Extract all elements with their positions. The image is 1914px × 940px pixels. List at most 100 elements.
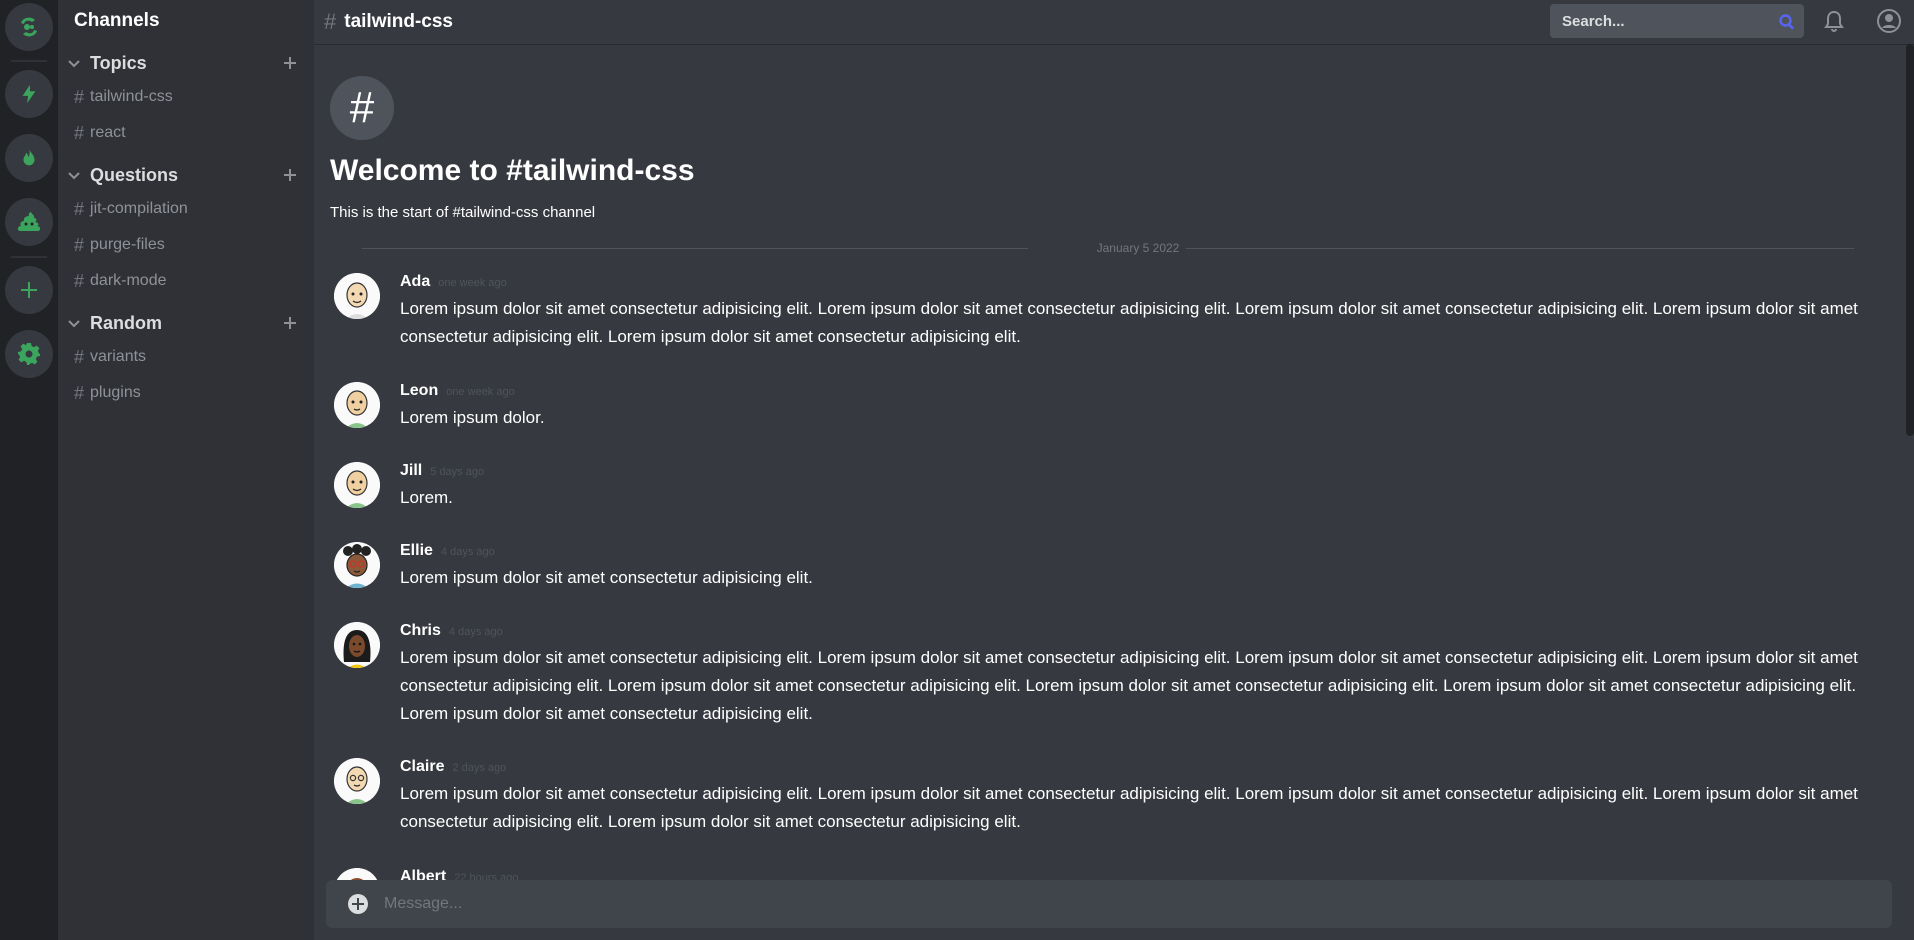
- channel-label: react: [90, 124, 126, 141]
- avatar-image: [334, 622, 380, 668]
- channel-label: purge-files: [90, 236, 165, 253]
- message-author[interactable]: Ada: [400, 273, 430, 291]
- add-server-button[interactable]: [5, 266, 53, 314]
- search-input[interactable]: [1560, 11, 1764, 31]
- category-label: Topics: [90, 52, 147, 73]
- home-logo-button[interactable]: [5, 3, 53, 51]
- channel-variants[interactable]: # variants: [74, 343, 294, 371]
- date-divider-line: [1186, 248, 1854, 249]
- avatar[interactable]: [334, 462, 380, 508]
- channel-tailwind-css[interactable]: # tailwind-css: [74, 83, 294, 111]
- hash-icon: #: [74, 346, 85, 367]
- bolt-icon: [22, 84, 36, 104]
- search-box[interactable]: [1550, 4, 1804, 38]
- category-label: Questions: [90, 164, 179, 185]
- channel-jit-compilation[interactable]: # jit-compilation: [74, 195, 294, 223]
- avatar[interactable]: [334, 622, 380, 668]
- add-channel-icon[interactable]: [282, 55, 298, 71]
- message-author[interactable]: Jill: [400, 462, 422, 480]
- message-text: Lorem ipsum dolor sit amet consectetur a…: [400, 568, 813, 587]
- fire-button[interactable]: [5, 134, 53, 182]
- message-timestamp: one week ago: [446, 386, 515, 398]
- message-author[interactable]: Claire: [400, 758, 444, 776]
- message-text: Lorem ipsum dolor sit amet consectetur a…: [400, 648, 1858, 723]
- chevron-down-icon: [68, 60, 80, 68]
- poop-icon: [17, 212, 41, 231]
- avatar-image: [334, 462, 380, 508]
- welcome-title: Welcome to #tailwind-css: [330, 154, 695, 187]
- hash-icon: #: [74, 122, 85, 143]
- avatar[interactable]: [334, 758, 380, 804]
- message-author[interactable]: Albert: [400, 868, 446, 880]
- rail-divider: [11, 256, 47, 258]
- hash-icon: #: [324, 9, 337, 34]
- message-timestamp: 4 days ago: [440, 546, 495, 558]
- add-channel-icon[interactable]: [282, 167, 298, 183]
- message-author[interactable]: Leon: [400, 382, 438, 400]
- add-attachment-icon[interactable]: [346, 892, 370, 916]
- logo-icon: [21, 17, 37, 37]
- hash-icon: #: [74, 198, 85, 219]
- message-text: Lorem.: [400, 488, 453, 507]
- welcome-subtitle: This is the start of #tailwind-css chann…: [330, 204, 596, 221]
- chevron-down-icon: [68, 320, 80, 328]
- category-topics[interactable]: Topics: [62, 51, 302, 75]
- category-label: Random: [90, 312, 162, 333]
- channel-label: plugins: [90, 384, 141, 401]
- bell-icon[interactable]: [1822, 9, 1846, 33]
- rail-divider: [11, 60, 47, 62]
- search-icon[interactable]: [1778, 13, 1796, 31]
- avatar[interactable]: [334, 273, 380, 319]
- message-text: Lorem ipsum dolor sit amet consectetur a…: [400, 299, 1858, 346]
- avatar-image: [334, 382, 380, 428]
- message-text: Lorem ipsum dolor.: [400, 408, 545, 427]
- hash-icon: #: [74, 270, 85, 291]
- message-composer: [326, 880, 1892, 928]
- channel-sidebar: Channels Topics # tailwind-css # react Q…: [58, 0, 314, 940]
- message-timestamp: 4 days ago: [448, 626, 503, 638]
- channel-label: tailwind-css: [90, 88, 173, 105]
- gear-icon: [18, 343, 40, 365]
- message-text: Lorem ipsum dolor sit amet consectetur a…: [400, 784, 1858, 831]
- channel-title: tailwind-css: [344, 11, 453, 32]
- avatar-image: [334, 273, 380, 319]
- avatar[interactable]: [334, 868, 380, 880]
- avatar[interactable]: [334, 382, 380, 428]
- server-rail: [0, 0, 58, 940]
- message-author[interactable]: Chris: [400, 622, 441, 640]
- hash-icon: #: [74, 86, 85, 107]
- channel-plugins[interactable]: # plugins: [74, 379, 294, 407]
- channel-dark-mode[interactable]: # dark-mode: [74, 267, 294, 295]
- channel-purge-files[interactable]: # purge-files: [74, 231, 294, 259]
- channel-header: # tailwind-css: [314, 0, 1914, 44]
- message-timestamp: one week ago: [438, 277, 507, 289]
- message-input[interactable]: [382, 894, 1836, 914]
- fire-icon: [23, 148, 35, 166]
- message-scrollbar[interactable]: [1906, 44, 1914, 436]
- channel-badge-hash: #: [330, 76, 394, 140]
- add-channel-icon[interactable]: [282, 315, 298, 331]
- message-timestamp: 2 days ago: [452, 762, 507, 774]
- avatar-image: [336, 868, 378, 880]
- avatar-image: [334, 542, 380, 588]
- poop-button[interactable]: [5, 198, 53, 246]
- user-avatar-icon[interactable]: [1876, 8, 1902, 34]
- avatar-image: [334, 758, 380, 804]
- category-random[interactable]: Random: [62, 311, 302, 335]
- hash-icon: #: [74, 382, 85, 403]
- bolt-button[interactable]: [5, 70, 53, 118]
- chevron-down-icon: [68, 172, 80, 180]
- channel-label: dark-mode: [90, 272, 167, 289]
- plus-icon: [21, 282, 37, 298]
- category-questions[interactable]: Questions: [62, 163, 302, 187]
- channel-react[interactable]: # react: [74, 119, 294, 147]
- hash-icon: #: [74, 234, 85, 255]
- message-author[interactable]: Ellie: [400, 542, 433, 560]
- message-timestamp: 22 hours ago: [454, 872, 519, 880]
- message-timestamp: 5 days ago: [430, 466, 485, 478]
- settings-button[interactable]: [5, 330, 53, 378]
- date-divider-line: [362, 248, 1028, 249]
- channel-label: jit-compilation: [90, 200, 188, 217]
- message-area[interactable]: # Welcome to #tailwind-css This is the s…: [314, 44, 1914, 880]
- avatar[interactable]: [334, 542, 380, 588]
